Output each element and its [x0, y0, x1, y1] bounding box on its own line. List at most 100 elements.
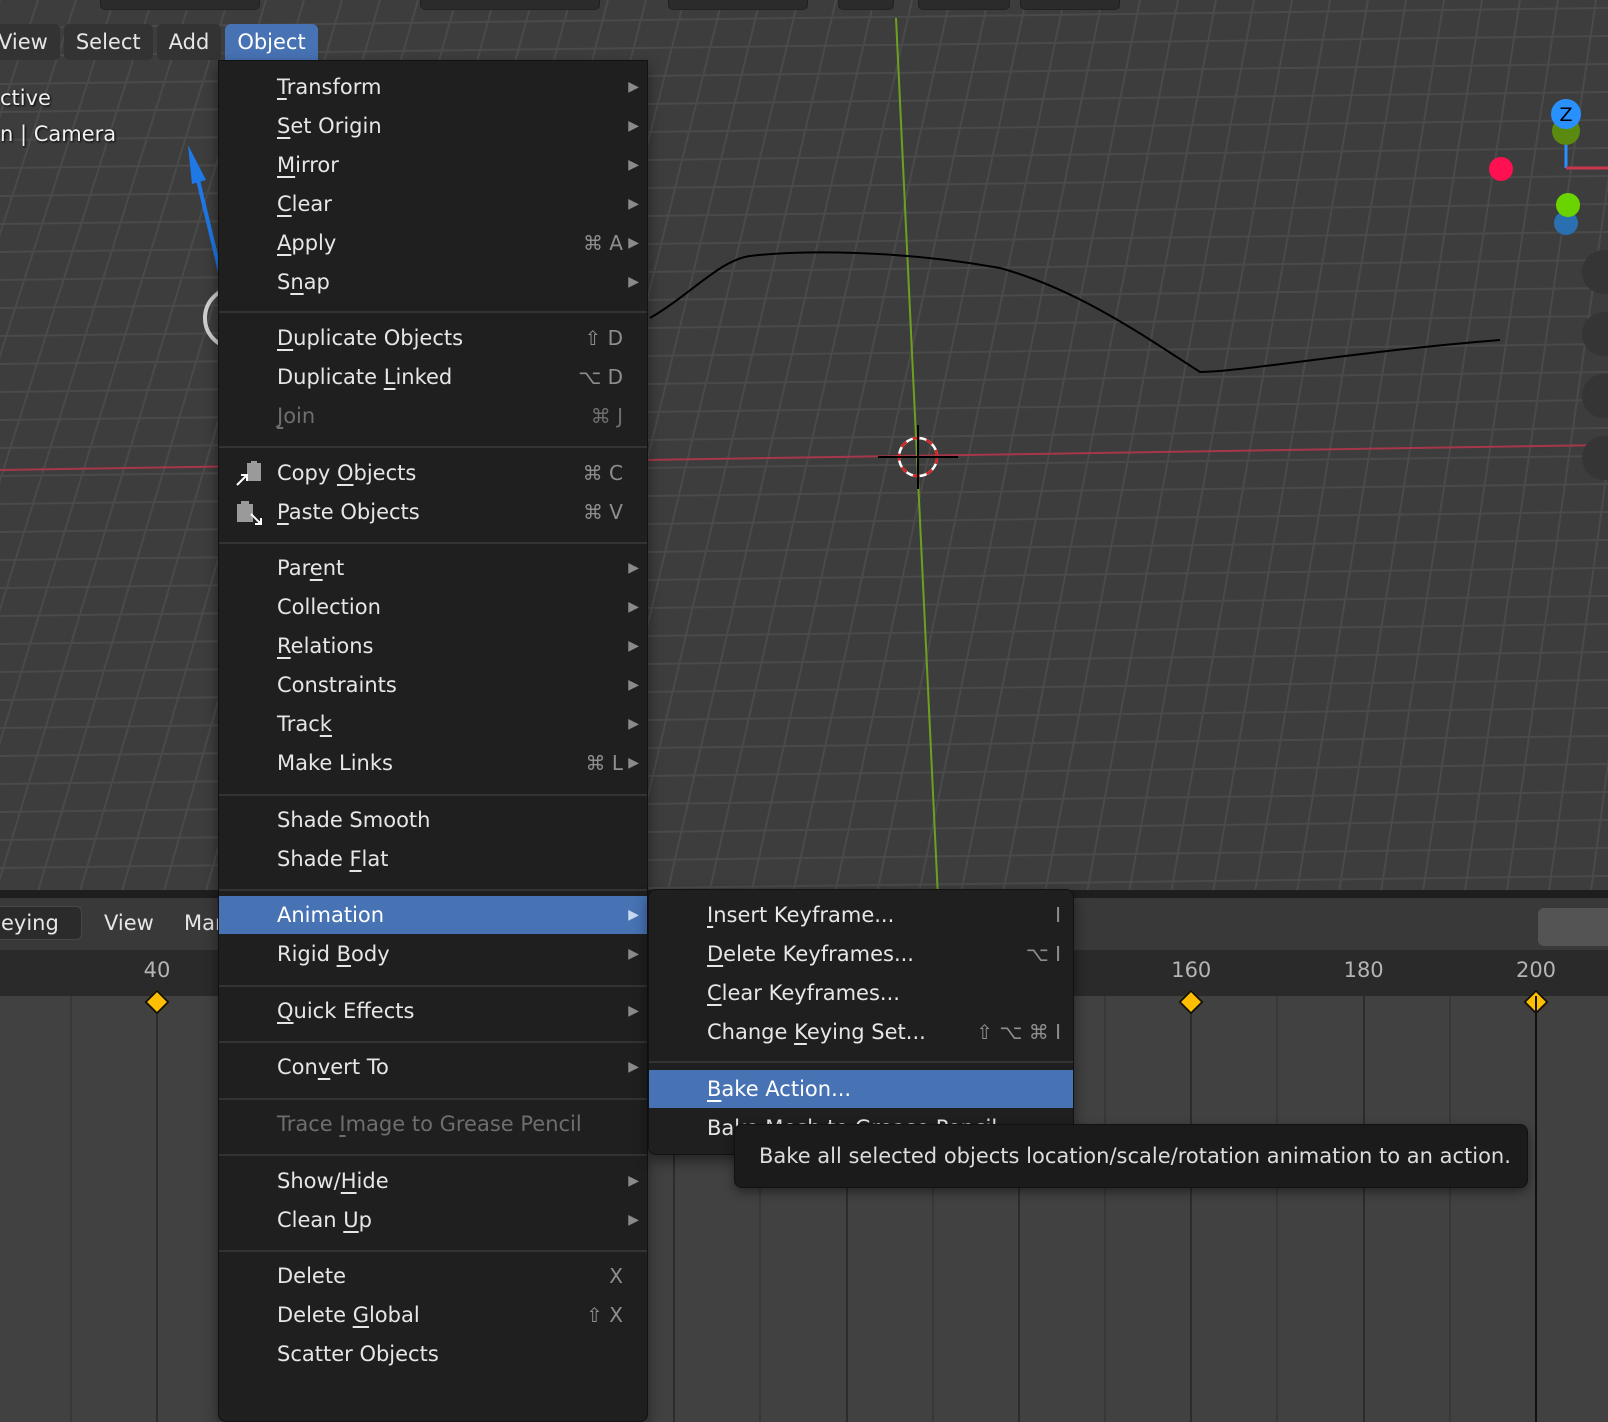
menu-item-convert-to[interactable]: Convert To ▶ — [219, 1048, 647, 1086]
menu-object[interactable]: Object — [225, 24, 318, 60]
submenu-arrow-icon: ▶ — [628, 907, 639, 923]
menu-item-copy-objects[interactable]: Copy Objects ⌘ C — [219, 454, 647, 492]
menu-view[interactable]: View — [0, 24, 60, 60]
menu-item-apply[interactable]: Apply ⌘ A ▶ — [219, 224, 647, 262]
menu-item-set-origin[interactable]: Set Origin ▶ — [219, 107, 647, 145]
transform-pivot-dropdown[interactable] — [668, 0, 808, 10]
menu-item-join: Join ⌘ J — [219, 397, 647, 435]
menu-item-label: Delete Keyframes... — [707, 942, 914, 966]
submenu-arrow-icon: ▶ — [628, 599, 639, 615]
view-mode-label: ctive — [0, 86, 51, 110]
gizmo-z-label: Z — [1559, 104, 1572, 126]
3d-cursor[interactable] — [878, 425, 958, 489]
snap-toggle[interactable] — [838, 0, 894, 10]
menu-item-shortcut: ⇧ X — [586, 1303, 623, 1327]
menu-item-label: Join — [277, 404, 316, 428]
frame-field[interactable] — [1538, 908, 1608, 946]
menu-item-label: Transform — [277, 75, 382, 99]
menu-item-label: Delete Global — [277, 1303, 420, 1327]
menu-separator — [219, 1098, 647, 1100]
menu-item-duplicate-objects[interactable]: Duplicate Objects ⇧ D — [219, 319, 647, 357]
menu-separator — [219, 889, 647, 891]
menu-item-delete-keyframes[interactable]: Delete Keyframes... ⌥ I — [649, 935, 1073, 973]
grid-line — [665, 0, 875, 898]
tooltip-text: Bake all selected objects location/scale… — [759, 1144, 1511, 1168]
menu-item-shortcut: ⌥ I — [1025, 942, 1061, 966]
menu-separator — [219, 311, 647, 313]
menu-item-change-keying-set[interactable]: Change Keying Set... ⇧ ⌥ ⌘ I — [649, 1013, 1073, 1051]
menu-item-collection[interactable]: Collection ▶ — [219, 588, 647, 626]
menu-item-rigid-body[interactable]: Rigid Body ▶ — [219, 935, 647, 973]
drag-dropdown[interactable] — [420, 0, 600, 10]
grid-line — [749, 0, 951, 898]
menu-item-delete-global[interactable]: Delete Global ⇧ X — [219, 1296, 647, 1334]
menu-item-make-links[interactable]: Make Links ⌘ L ▶ — [219, 744, 647, 782]
submenu-arrow-icon: ▶ — [628, 1059, 639, 1075]
grid-line — [1043, 0, 1217, 898]
submenu-arrow-icon: ▶ — [628, 118, 639, 134]
menu-item-show-hide[interactable]: Show/Hide ▶ — [219, 1162, 647, 1200]
menu-separator — [219, 1041, 647, 1043]
menu-item-label: Quick Effects — [277, 999, 415, 1023]
timeline-view-menu[interactable]: View — [104, 906, 154, 940]
grid-line — [1421, 0, 1559, 898]
menu-item-parent[interactable]: Parent ▶ — [219, 549, 647, 587]
menu-item-animation[interactable]: Animation ▶ — [219, 896, 647, 934]
menu-item-label: Parent — [277, 556, 345, 580]
menu-item-constraints[interactable]: Constraints ▶ — [219, 666, 647, 704]
menu-item-snap[interactable]: Snap ▶ — [219, 263, 647, 301]
menu-item-bake-action[interactable]: Bake Action... — [649, 1070, 1073, 1108]
submenu-arrow-icon: ▶ — [628, 1212, 639, 1228]
menu-item-shortcut: ⌘ C — [582, 461, 623, 485]
menu-item-paste-objects[interactable]: Paste Objects ⌘ V — [219, 493, 647, 531]
menu-add[interactable]: Add — [156, 24, 222, 60]
menu-item-insert-keyframe[interactable]: Insert Keyframe... I — [649, 896, 1073, 934]
menu-item-label: Shade Flat — [277, 847, 389, 871]
animation-submenu: Insert Keyframe... I Delete Keyframes... ⌥ … — [648, 889, 1074, 1155]
submenu-arrow-icon: ▶ — [628, 196, 639, 212]
menu-item-delete[interactable]: Delete X — [219, 1257, 647, 1295]
menu-item-label: Paste Objects — [277, 500, 420, 524]
menu-item-mirror[interactable]: Mirror ▶ — [219, 146, 647, 184]
menu-item-clear-keyframes[interactable]: Clear Keyframes... — [649, 974, 1073, 1012]
gizmo-y[interactable] — [1556, 193, 1580, 217]
menu-item-transform[interactable]: Transform ▶ — [219, 68, 647, 106]
menu-item-label: Snap — [277, 270, 330, 294]
menu-select[interactable]: Select — [63, 24, 153, 60]
menu-item-label: Copy Objects — [277, 461, 417, 485]
menu-item-label: Insert Keyframe... — [707, 903, 895, 927]
menu-item-quick-effects[interactable]: Quick Effects ▶ — [219, 992, 647, 1030]
menu-item-shortcut: I — [1055, 903, 1061, 927]
menu-item-label: Make Links — [277, 751, 393, 775]
menu-item-relations[interactable]: Relations ▶ — [219, 627, 647, 665]
submenu-arrow-icon: ▶ — [628, 1173, 639, 1189]
frame-gridline — [1104, 996, 1107, 1422]
menu-item-shortcut: X — [609, 1264, 623, 1288]
menu-item-label: Rigid Body — [277, 942, 390, 966]
menu-item-label: Clear — [277, 192, 332, 216]
menu-item-clean-up[interactable]: Clean Up ▶ — [219, 1201, 647, 1239]
menu-item-shortcut: ⌘ J — [590, 404, 623, 428]
falloff-dropdown[interactable] — [1020, 0, 1120, 10]
menu-item-duplicate-linked[interactable]: Duplicate Linked ⌥ D — [219, 358, 647, 396]
grid-line — [959, 0, 1141, 898]
tooltip: Bake all selected objects location/scale… — [734, 1124, 1528, 1188]
menu-item-shortcut: ⌘ L — [585, 751, 624, 775]
ruler-tick-label: 40 — [143, 958, 171, 982]
gizmo-neg-x[interactable] — [1489, 157, 1513, 181]
submenu-arrow-icon: ▶ — [628, 79, 639, 95]
viewport-menu-bar: View Select Add Object — [0, 24, 322, 60]
active-object-label: n | Camera — [0, 122, 117, 146]
menu-item-scatter-objects[interactable]: Scatter Objects — [219, 1335, 647, 1373]
proportional-edit-toggle[interactable] — [918, 0, 1010, 10]
menu-item-label: Scatter Objects — [277, 1342, 439, 1366]
menu-separator — [219, 1250, 647, 1252]
orientation-dropdown[interactable] — [100, 0, 260, 10]
menu-item-shade-smooth[interactable]: Shade Smooth — [219, 801, 647, 839]
menu-item-label: Relations — [277, 634, 374, 658]
menu-item-shade-flat[interactable]: Shade Flat — [219, 840, 647, 878]
menu-item-clear[interactable]: Clear ▶ — [219, 185, 647, 223]
current-frame-line[interactable] — [1535, 996, 1537, 1422]
keying-dropdown[interactable]: eying ⌄ — [0, 906, 82, 966]
menu-item-track[interactable]: Track ▶ — [219, 705, 647, 743]
